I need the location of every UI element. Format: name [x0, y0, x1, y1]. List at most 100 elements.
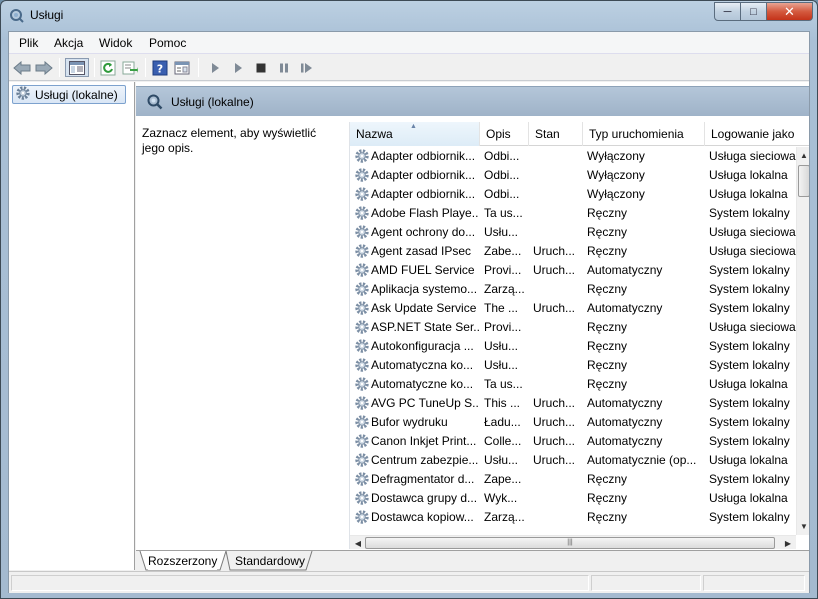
services-search-icon	[146, 93, 164, 114]
service-gear-icon	[354, 452, 370, 471]
cell-name: Aplikacja systemo...	[371, 282, 478, 296]
scroll-down-icon[interactable]: ▼	[797, 519, 809, 533]
scroll-right-icon[interactable]: ▶	[781, 536, 795, 549]
help-icon[interactable]: ?	[150, 58, 170, 77]
column-header-status[interactable]: Stan	[529, 122, 583, 146]
cell-logon: Usługa lokalna	[709, 168, 788, 182]
table-row[interactable]: AMD FUEL Service Provi... Uruch... Automaty…	[350, 261, 796, 280]
toolbar: ?	[9, 54, 809, 81]
vertical-scrollbar[interactable]: ▲ ▼	[796, 147, 809, 535]
cell-desc: Zarzą...	[484, 282, 525, 296]
table-row[interactable]: AVG PC TuneUp S... This ... Uruch... Automa…	[350, 394, 796, 413]
cell-startup: Ręczny	[587, 206, 628, 220]
services-rows: Adapter odbiornik... Odbi... Wyłączony Usłu…	[350, 147, 796, 535]
table-row[interactable]: Autokonfiguracja ... Usłu... Ręczny System …	[350, 337, 796, 356]
cell-name: Agent ochrony do...	[371, 225, 476, 239]
cell-desc: Usłu...	[484, 339, 519, 353]
cell-logon: System lokalny	[709, 396, 790, 410]
cell-name: Canon Inkjet Print...	[371, 434, 477, 448]
title-bar[interactable]: Usługi ─ □ ✕	[1, 1, 817, 31]
start-service-icon[interactable]	[205, 58, 225, 77]
cell-name: Dostawca kopiow...	[371, 510, 474, 524]
export-list-icon[interactable]	[120, 58, 140, 77]
service-gear-icon	[354, 376, 370, 395]
table-row[interactable]: Dostawca grupy d... Wyk... Ręczny Usługa lo…	[350, 489, 796, 508]
column-header-name[interactable]: ▲ Nazwa	[350, 122, 480, 146]
table-row[interactable]: Bufor wydruku Ładu... Uruch... Automatyczny…	[350, 413, 796, 432]
menu-widok[interactable]: Widok	[99, 36, 132, 50]
table-row[interactable]: Canon Inkjet Print... Colle... Uruch... Aut…	[350, 432, 796, 451]
cell-startup: Ręczny	[587, 377, 628, 391]
cell-logon: System lokalny	[709, 510, 790, 524]
service-gear-icon	[354, 243, 370, 262]
service-gear-icon	[354, 186, 370, 205]
cell-logon: System lokalny	[709, 263, 790, 277]
scroll-up-icon[interactable]: ▲	[797, 148, 809, 162]
cell-name: AMD FUEL Service	[371, 263, 475, 277]
table-row[interactable]: Adobe Flash Playe... Ta us... Ręczny System…	[350, 204, 796, 223]
cell-startup: Automatyczny	[587, 434, 663, 448]
service-gear-icon	[354, 471, 370, 490]
cell-status: Uruch...	[533, 396, 576, 410]
cell-status: Uruch...	[533, 453, 576, 467]
menu-plik[interactable]: Plik	[19, 36, 38, 50]
cell-name: Adobe Flash Playe...	[371, 206, 479, 220]
show-hide-tree-icon[interactable]	[65, 58, 89, 77]
cell-desc: Provi...	[484, 320, 522, 334]
table-row[interactable]: Adapter odbiornik... Odbi... Wyłączony Usłu…	[350, 166, 796, 185]
restart-service-icon[interactable]	[297, 58, 317, 77]
cell-status: Uruch...	[533, 415, 576, 429]
service-gear-icon	[354, 509, 370, 528]
menu-akcja[interactable]: Akcja	[54, 36, 83, 50]
cell-desc: Usłu...	[484, 225, 519, 239]
services-list: ▲ Nazwa Opis Stan Typ uruchomienia Logow…	[349, 122, 809, 549]
back-icon[interactable]	[12, 58, 32, 77]
horizontal-scrollbar[interactable]: ◀ ||| ▶	[350, 535, 796, 549]
start-service-alt-icon[interactable]	[228, 58, 248, 77]
refresh-icon[interactable]	[98, 58, 118, 77]
cell-name: Adapter odbiornik...	[371, 168, 476, 182]
cell-logon: System lokalny	[709, 415, 790, 429]
cell-desc: Colle...	[484, 434, 522, 448]
view-tabs: Rozszerzony Standardowy	[136, 550, 809, 571]
table-row[interactable]: Adapter odbiornik... Odbi... Wyłączony Usłu…	[350, 147, 796, 166]
tab-extended[interactable]: Rozszerzony	[148, 551, 218, 570]
minimize-button[interactable]: ─	[714, 2, 741, 21]
table-row[interactable]: Centrum zabezpie... Usłu... Uruch... Automa…	[350, 451, 796, 470]
table-row[interactable]: Defragmentator d... Zape... Ręczny System l…	[350, 470, 796, 489]
cell-logon: System lokalny	[709, 434, 790, 448]
cell-logon: System lokalny	[709, 358, 790, 372]
cell-startup: Ręczny	[587, 282, 628, 296]
scroll-left-icon[interactable]: ◀	[351, 536, 365, 549]
column-header-description[interactable]: Opis	[480, 122, 529, 146]
service-gear-icon	[354, 167, 370, 186]
column-header-log-on-as[interactable]: Logowanie jako	[705, 122, 809, 146]
cell-startup: Ręczny	[587, 320, 628, 334]
table-row[interactable]: ASP.NET State Ser... Provi... Ręczny Usługa…	[350, 318, 796, 337]
vertical-scroll-thumb[interactable]	[798, 165, 809, 197]
maximize-button[interactable]: □	[741, 2, 767, 21]
cell-desc: Ta us...	[484, 377, 523, 391]
table-row[interactable]: Adapter odbiornik... Odbi... Wyłączony Usłu…	[350, 185, 796, 204]
menu-pomoc[interactable]: Pomoc	[149, 36, 186, 50]
properties-icon[interactable]	[172, 58, 192, 77]
table-row[interactable]: Aplikacja systemo... Zarzą... Ręczny System…	[350, 280, 796, 299]
table-row[interactable]: Agent ochrony do... Usłu... Ręczny Usługa s…	[350, 223, 796, 242]
cell-startup: Ręczny	[587, 225, 628, 239]
column-header-startup-type[interactable]: Typ uruchomienia	[583, 122, 705, 146]
table-row[interactable]: Ask Update Service The ... Uruch... Automat…	[350, 299, 796, 318]
tree-item-services-local[interactable]: Usługi (lokalne)	[12, 85, 126, 104]
table-row[interactable]: Dostawca kopiow... Zarzą... Ręczny System l…	[350, 508, 796, 527]
forward-icon[interactable]	[34, 58, 54, 77]
horizontal-scroll-thumb[interactable]: |||	[365, 537, 775, 549]
table-row[interactable]: Agent zasad IPsec Zabe... Uruch... Ręczny Us…	[350, 242, 796, 261]
table-row[interactable]: Automatyczna ko... Usłu... Ręczny System lo…	[350, 356, 796, 375]
service-gear-icon	[354, 490, 370, 509]
pause-service-icon[interactable]	[274, 58, 294, 77]
table-row[interactable]: Automatyczne ko... Ta us... Ręczny Usługa l…	[350, 375, 796, 394]
tab-standard[interactable]: Standardowy	[235, 551, 305, 570]
cell-startup: Ręczny	[587, 491, 628, 505]
stop-service-icon[interactable]	[251, 58, 271, 77]
close-button[interactable]: ✕	[767, 2, 813, 21]
services-app-icon	[9, 8, 25, 24]
